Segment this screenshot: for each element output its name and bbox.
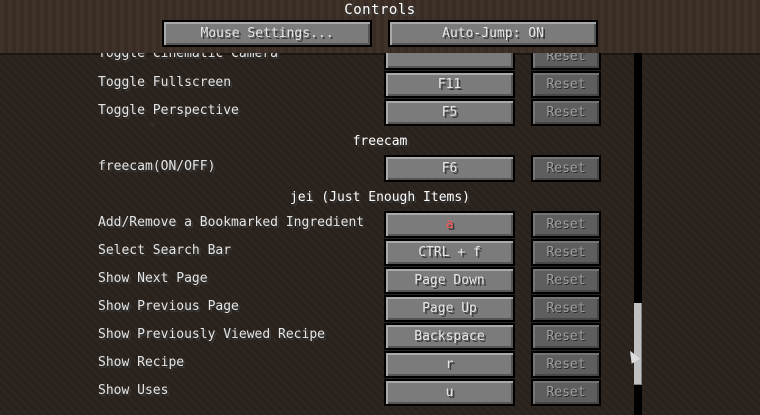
binding-label-add-remove-bookmark: Add/Remove a Bookmarked Ingredient [98, 215, 365, 230]
binding-label-freecam-toggle: freecam(ON/OFF) [98, 159, 216, 174]
binding-label-toggle-fullscreen: Toggle Fullscreen [98, 75, 232, 90]
binding-key-show-previously-viewed-recipe[interactable]: Backspace [384, 323, 515, 350]
binding-key-show-uses[interactable]: u [384, 379, 515, 406]
binding-key-show-next-page[interactable]: Page Down [384, 267, 515, 294]
mouse-settings-button[interactable]: Mouse Settings... [162, 20, 372, 47]
category-freecam: freecam [352, 134, 408, 149]
screen-title: Controls [344, 2, 416, 18]
reset-button-show-previous-page[interactable]: Reset [531, 295, 601, 322]
reset-button-toggle-cinematic-camera[interactable]: Reset [531, 53, 601, 70]
header-bar: Controls Mouse Settings... Auto-Jump: ON [0, 0, 760, 53]
binding-key-show-recipe[interactable]: r [384, 351, 515, 378]
auto-jump-button[interactable]: Auto-Jump: ON [388, 20, 598, 47]
binding-key-show-previous-page[interactable]: Page Up [384, 295, 515, 322]
binding-label-select-search-bar: Select Search Bar [98, 243, 232, 258]
binding-label-toggle-perspective: Toggle Perspective [98, 103, 239, 118]
binding-label-show-uses: Show Uses [98, 383, 169, 398]
binding-key-freecam-toggle[interactable]: F6 [384, 155, 515, 182]
reset-button-show-uses[interactable]: Reset [531, 379, 601, 406]
binding-key-select-search-bar[interactable]: CTRL + f [384, 239, 515, 266]
reset-button-show-recipe[interactable]: Reset [531, 351, 601, 378]
binding-key-add-remove-bookmark[interactable]: a [384, 211, 515, 238]
binding-key-toggle-fullscreen[interactable]: F11 [384, 71, 515, 98]
reset-button-show-previously-viewed-recipe[interactable]: Reset [531, 323, 601, 350]
reset-button-toggle-fullscreen[interactable]: Reset [531, 71, 601, 98]
binding-label-show-previous-page: Show Previous Page [98, 299, 239, 314]
reset-button-select-search-bar[interactable]: Reset [531, 239, 601, 266]
scrollbar-thumb[interactable] [634, 303, 642, 385]
keybinding-list: Toggle Cinematic Camera Reset Toggle Ful… [0, 53, 760, 415]
reset-button-add-remove-bookmark[interactable]: Reset [531, 211, 601, 238]
binding-key-toggle-perspective[interactable]: F5 [384, 99, 515, 126]
binding-label-toggle-cinematic-camera: Toggle Cinematic Camera [98, 53, 279, 61]
binding-label-show-recipe: Show Recipe [98, 355, 185, 370]
binding-key-toggle-cinematic-camera[interactable] [384, 53, 515, 70]
binding-label-show-previously-viewed-recipe: Show Previously Viewed Recipe [98, 327, 325, 342]
reset-button-show-next-page[interactable]: Reset [531, 267, 601, 294]
reset-button-toggle-perspective[interactable]: Reset [531, 99, 601, 126]
reset-button-freecam-toggle[interactable]: Reset [531, 155, 601, 182]
binding-label-show-next-page: Show Next Page [98, 271, 208, 286]
category-jei: jei (Just Enough Items) [289, 190, 470, 205]
